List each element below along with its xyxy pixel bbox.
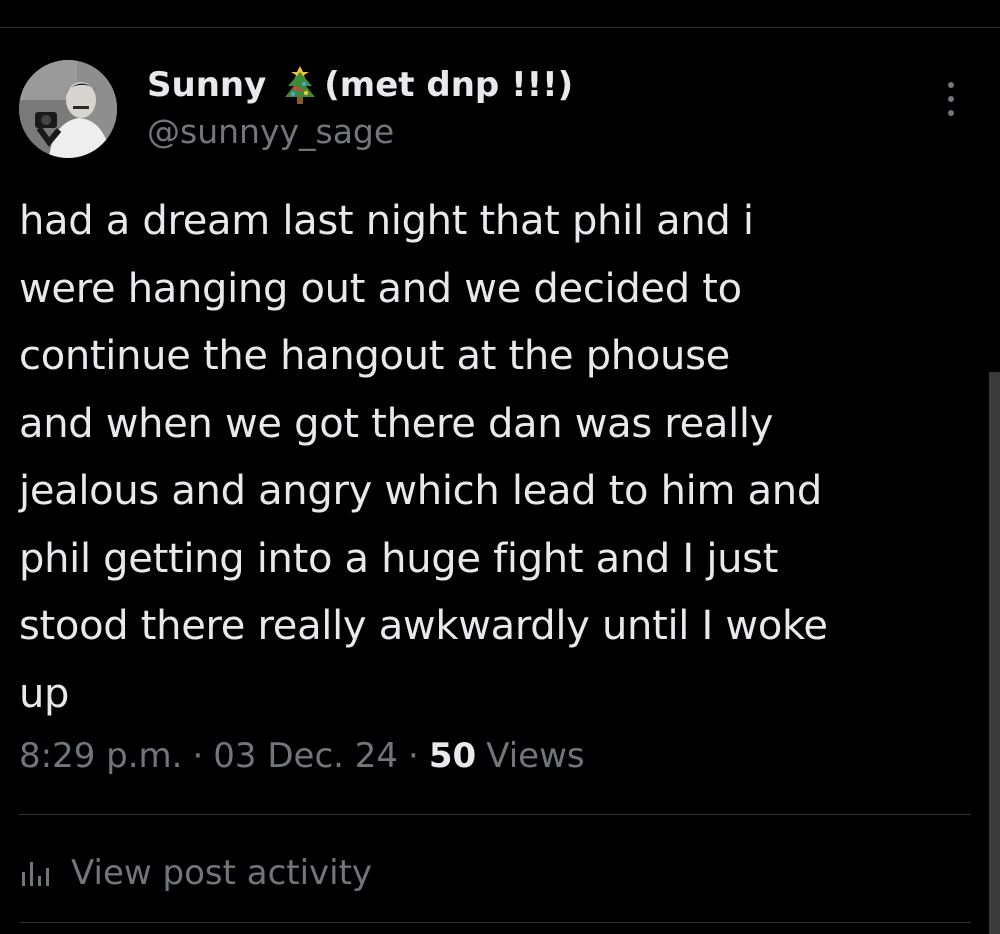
- post-meta: 8:29 p.m. · 03 Dec. 24 · 50 Views: [19, 736, 585, 776]
- post-text-line: stood there really awkwardly until I wok…: [19, 603, 828, 649]
- post-date[interactable]: 03 Dec. 24: [213, 736, 398, 776]
- post-text-line: had a dream last night that phil and i: [19, 198, 754, 244]
- post-text: had a dream last night that phil and i w…: [19, 188, 981, 728]
- meta-separator: ·: [192, 736, 204, 776]
- display-name-suffix: (met dnp !!!): [324, 65, 574, 105]
- post-text-line: jealous and angry which lead to him and: [19, 468, 822, 514]
- christmas-tree-icon: [282, 64, 318, 106]
- post-text-line: continue the hangout at the phouse: [19, 333, 730, 379]
- views-count: 50: [428, 736, 477, 776]
- view-post-activity-button[interactable]: View post activity: [19, 845, 372, 901]
- post-text-line: were hanging out and we decided to: [19, 265, 742, 312]
- more-vertical-icon-dot: [948, 110, 954, 116]
- view-post-activity-label: View post activity: [71, 853, 373, 893]
- top-divider: [0, 27, 1000, 28]
- meta-separator: ·: [408, 736, 419, 776]
- author-name-line[interactable]: Sunny (met dnp !!!): [147, 62, 573, 108]
- post-text-line: up: [19, 670, 70, 717]
- bar-chart-icon: [19, 856, 53, 890]
- section-divider: [19, 814, 971, 815]
- views-label: Views: [486, 736, 585, 776]
- post-text-line: and when we got there dan was really: [19, 400, 774, 447]
- more-options-button[interactable]: [936, 78, 966, 120]
- post-text-line: phil getting into a huge fight and I jus…: [19, 535, 779, 582]
- bottom-divider: [19, 922, 971, 923]
- more-vertical-icon: [948, 82, 954, 88]
- avatar-photo: [19, 60, 117, 158]
- author-handle[interactable]: @sunnyy_sage: [147, 112, 394, 151]
- avatar[interactable]: [19, 60, 117, 158]
- display-name: Sunny: [147, 65, 267, 105]
- scrollbar-thumb[interactable]: [989, 372, 1000, 934]
- post-time[interactable]: 8:29 p.m.: [19, 736, 182, 776]
- more-vertical-icon-dot: [948, 96, 954, 102]
